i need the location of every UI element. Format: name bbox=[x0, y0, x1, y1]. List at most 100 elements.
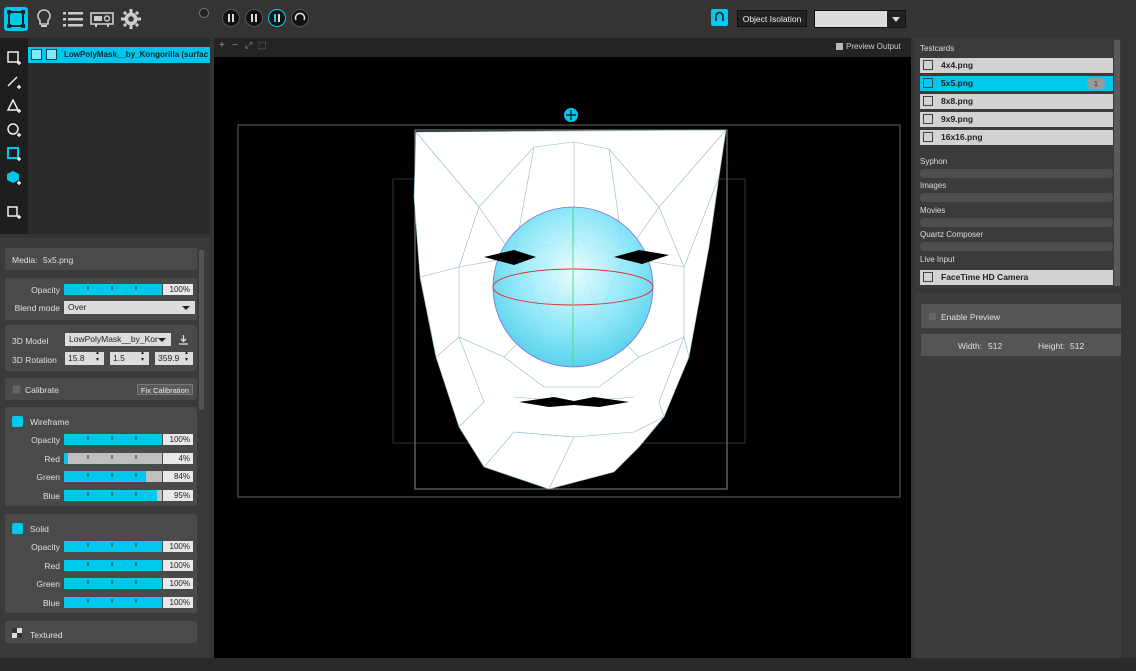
width-value: 512 bbox=[988, 341, 1003, 351]
solid-green-value[interactable]: 100% bbox=[163, 578, 193, 589]
object-isolation-select[interactable] bbox=[814, 10, 906, 28]
rotation-y-field[interactable]: 1.5 bbox=[110, 350, 149, 365]
collapse-panel-icon[interactable] bbox=[199, 8, 209, 18]
image-file-icon bbox=[923, 114, 933, 124]
wireframe-blue-slider[interactable] bbox=[64, 489, 162, 501]
object-isolation-button[interactable]: Object Isolation bbox=[737, 10, 807, 27]
wireframe-red-value[interactable]: 4% bbox=[163, 452, 193, 464]
wireframe-opacity-slider[interactable] bbox=[64, 434, 162, 445]
solid-blue-value[interactable]: 100% bbox=[163, 596, 193, 608]
add-line-icon[interactable] bbox=[6, 74, 22, 90]
list-icon[interactable] bbox=[61, 7, 85, 31]
media-item-name: FaceTime HD Camera bbox=[941, 272, 1029, 282]
media-label: Media: bbox=[12, 255, 38, 265]
preview-dimensions bbox=[921, 334, 1122, 356]
blend-mode-label: Blend mode bbox=[14, 303, 60, 313]
add-triangle-icon[interactable] bbox=[6, 98, 22, 114]
testcard-name: 16x16.png bbox=[941, 132, 983, 142]
image-file-icon bbox=[923, 132, 933, 142]
image-file-icon bbox=[923, 96, 933, 106]
opacity-slider[interactable] bbox=[64, 284, 162, 295]
pause-active-icon[interactable] bbox=[268, 9, 286, 27]
properties-scrollbar[interactable] bbox=[199, 250, 204, 410]
preview-output-label: Preview Output bbox=[846, 42, 901, 51]
list-item[interactable]: FaceTime HD Camera bbox=[920, 270, 1113, 285]
images-header: Images bbox=[920, 181, 947, 190]
solid-icon[interactable] bbox=[12, 523, 23, 534]
zoom-in-icon[interactable]: + bbox=[219, 40, 225, 51]
width-label: Width: bbox=[958, 341, 983, 351]
quartz-list bbox=[920, 242, 1113, 251]
wireframe-green-value[interactable]: 84% bbox=[163, 471, 193, 482]
fullscreen-icon[interactable]: ⬚ bbox=[258, 40, 267, 51]
testcards-header: Testcards bbox=[920, 44, 955, 53]
add-crop-icon[interactable] bbox=[6, 146, 22, 162]
images-list bbox=[920, 193, 1113, 202]
projector-icon[interactable] bbox=[90, 7, 114, 31]
solid-red-slider[interactable] bbox=[64, 559, 162, 571]
testcard-item[interactable]: 16x16.png bbox=[920, 130, 1113, 145]
opacity-value[interactable]: 100% bbox=[163, 284, 193, 295]
rotation-label: 3D Rotation bbox=[12, 355, 57, 365]
pause-icon[interactable] bbox=[222, 9, 240, 27]
image-file-icon bbox=[923, 60, 933, 70]
wireframe-title: Wireframe bbox=[30, 417, 70, 427]
pause-icon[interactable] bbox=[245, 9, 263, 27]
solid-opacity-slider[interactable] bbox=[64, 541, 162, 552]
surface-icon[interactable] bbox=[4, 7, 28, 31]
image-file-icon bbox=[923, 78, 933, 88]
lightbulb-icon[interactable] bbox=[32, 7, 56, 31]
solid-opacity-value[interactable]: 100% bbox=[163, 541, 193, 552]
wireframe-blue-value[interactable]: 95% bbox=[163, 489, 193, 501]
testcard-item[interactable]: 5x5.png 1 bbox=[920, 76, 1113, 91]
layer-visibility-icon[interactable] bbox=[31, 49, 42, 60]
wireframe-green-label: Green bbox=[36, 472, 60, 482]
height-label: Height: bbox=[1038, 341, 1065, 351]
wireframe-icon[interactable] bbox=[12, 416, 23, 427]
fix-calibration-button[interactable]: Fix Calibration bbox=[137, 384, 193, 395]
quartz-header: Quartz Composer bbox=[920, 230, 984, 239]
blend-mode-select[interactable]: Over bbox=[64, 301, 195, 314]
calibrate-checkbox[interactable] bbox=[12, 385, 21, 394]
syphon-list bbox=[920, 169, 1113, 178]
gear-icon[interactable] bbox=[119, 7, 143, 31]
solid-red-value[interactable]: 100% bbox=[163, 559, 193, 571]
solid-title: Solid bbox=[30, 524, 49, 534]
testcard-item[interactable]: 8x8.png bbox=[920, 94, 1113, 109]
add-3d-icon[interactable] bbox=[6, 170, 22, 186]
lock-icon[interactable] bbox=[46, 49, 57, 60]
wireframe-blue-label: Blue bbox=[42, 490, 60, 501]
wireframe-red-slider[interactable] bbox=[64, 452, 162, 464]
preview-output-checkbox[interactable] bbox=[836, 43, 843, 50]
download-icon[interactable] bbox=[178, 334, 189, 345]
add-circle-icon[interactable] bbox=[6, 122, 22, 138]
wireframe-opacity-value[interactable]: 100% bbox=[163, 434, 193, 445]
testcard-name: 8x8.png bbox=[941, 96, 974, 106]
model-select[interactable]: LowPolyMask__by_Kor bbox=[65, 333, 171, 346]
media-scrollbar[interactable] bbox=[1114, 40, 1120, 286]
add-quad-icon[interactable] bbox=[6, 50, 22, 66]
textured-icon[interactable] bbox=[12, 628, 22, 638]
rotation-z-field[interactable]: 359.9 bbox=[155, 350, 193, 365]
mask-canvas[interactable] bbox=[214, 57, 911, 658]
solid-opacity-label: Opacity bbox=[31, 542, 60, 552]
status-strip bbox=[0, 658, 1136, 671]
testcard-item[interactable]: 9x9.png bbox=[920, 112, 1113, 127]
rotation-x-field[interactable]: 15.8 bbox=[65, 350, 104, 365]
add-layer-icon[interactable] bbox=[6, 204, 22, 220]
testcard-name: 4x4.png bbox=[941, 60, 974, 70]
testcard-item[interactable]: 4x4.png bbox=[920, 58, 1113, 73]
object-isolation-icon[interactable] bbox=[711, 9, 728, 26]
wireframe-green-slider[interactable] bbox=[64, 471, 162, 482]
solid-blue-slider[interactable] bbox=[64, 596, 162, 608]
fit-view-icon[interactable]: ⤢ bbox=[245, 40, 252, 51]
solid-green-slider[interactable] bbox=[64, 578, 162, 589]
model-label: 3D Model bbox=[12, 336, 49, 346]
zoom-out-icon[interactable]: − bbox=[232, 40, 238, 51]
enable-preview-checkbox[interactable] bbox=[928, 312, 937, 321]
height-value: 512 bbox=[1070, 341, 1085, 351]
wireframe-opacity-label: Opacity bbox=[31, 435, 60, 445]
top-toolbar bbox=[0, 0, 1136, 38]
refresh-icon[interactable] bbox=[291, 9, 309, 27]
calibrate-label: Calibrate bbox=[25, 385, 60, 395]
